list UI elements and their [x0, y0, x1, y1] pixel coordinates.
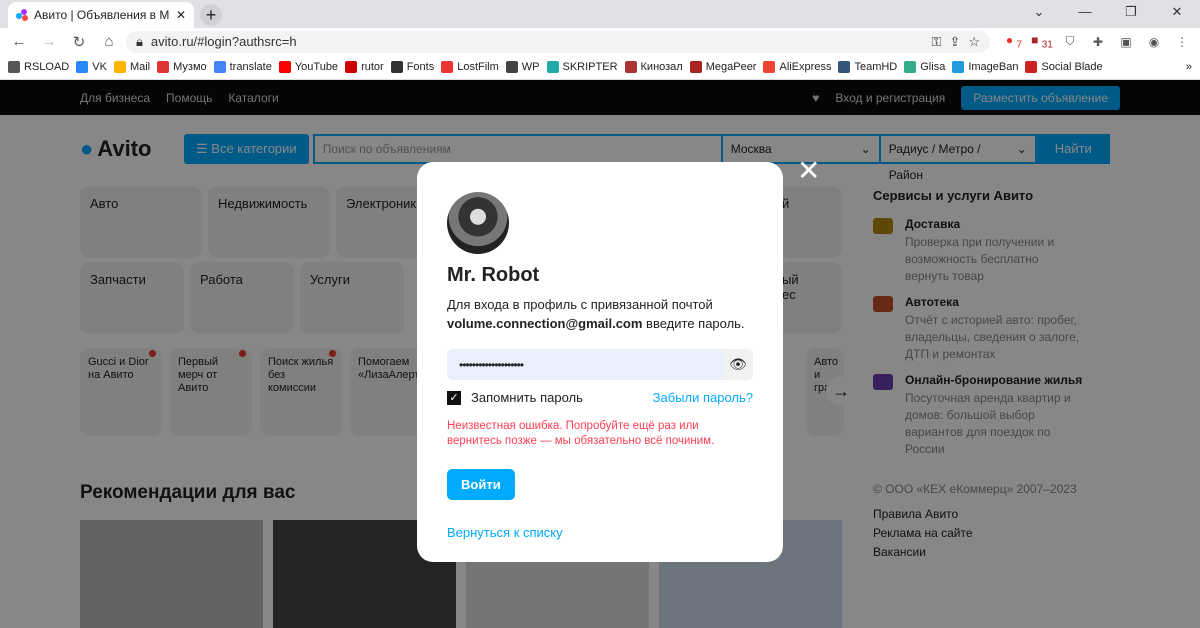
bookmark-item[interactable]: MegaPeer [689, 55, 756, 79]
bookmarks-bar: RSLOAD VK Mail Музмо translate YouTube rutor Fo… [0, 55, 1200, 80]
browser-tab[interactable]: Авито | Объявления в Москве: н ✕ [8, 2, 194, 28]
bookmark-favicon-icon [213, 61, 226, 73]
bookmark-favicon-icon [546, 61, 559, 73]
remember-checkbox[interactable]: ✓ [447, 390, 461, 405]
bookmark-item[interactable]: RSLOAD [8, 55, 69, 79]
bookmark-item[interactable]: rutor [345, 55, 384, 79]
ublock-extension-icon[interactable]: ■ 31 [1030, 33, 1054, 50]
bookmark-favicon-icon [390, 61, 403, 73]
bookmark-favicon-icon [904, 61, 917, 73]
home-icon[interactable]: ⌂ [96, 33, 122, 50]
user-avatar [447, 192, 509, 254]
bookmark-item[interactable]: VK [76, 55, 107, 79]
bookmark-favicon-icon [76, 61, 89, 73]
bookmark-item[interactable]: Social Blade [1025, 55, 1103, 79]
bookmark-item[interactable]: SKRIPTER [546, 55, 618, 79]
bookmark-item[interactable]: Mail [113, 55, 150, 79]
profile-avatar[interactable]: ◉ [1142, 35, 1166, 49]
login-description: Для входа в профиль с привязанной почтой… [447, 297, 745, 331]
password-input[interactable]: •••••••••••••••••••• 👁︎ [447, 349, 753, 380]
bookmark-item[interactable]: Музмо [157, 55, 207, 79]
key-icon[interactable]: ⚿ [932, 34, 942, 50]
share-icon[interactable]: ⇪ [949, 34, 960, 50]
bookmark-favicon-icon [345, 61, 358, 73]
user-name: Mr. Robot [447, 264, 540, 286]
forgot-password-link[interactable]: Забыли пароль? [653, 390, 753, 405]
tab-search-icon[interactable]: ⌄ [1016, 0, 1062, 24]
menu-kebab-icon[interactable]: ⋮ [1170, 35, 1194, 49]
login-button[interactable]: Войти [447, 469, 515, 500]
side-panel-icon[interactable]: ▣ [1114, 35, 1138, 49]
reload-icon[interactable]: ↻ [66, 33, 92, 51]
bookmark-item[interactable]: Glisa [904, 55, 945, 79]
close-window-button[interactable]: ✕ [1154, 0, 1200, 24]
minimize-button[interactable]: — [1062, 0, 1108, 24]
more-bookmarks-button[interactable]: » [1186, 61, 1192, 73]
bookmark-favicon-icon [624, 61, 637, 73]
tab-bar: Авито | Объявления в Москве: н ✕ + ⌄—❐✕ [0, 0, 1200, 28]
url-text: avito.ru/#login?authsrc=h [150, 34, 297, 49]
bookmark-favicon-icon [278, 61, 291, 73]
tab-title: Авито | Объявления в Москве: н [34, 8, 170, 22]
lock-icon: 🔒︎ [136, 33, 143, 49]
close-tab-icon[interactable]: ✕ [176, 8, 186, 22]
avito-favicon-icon [16, 9, 28, 21]
bookmark-favicon-icon [838, 61, 851, 73]
bookmark-item[interactable]: ImageBan [952, 55, 1018, 79]
bookmark-favicon-icon [1025, 61, 1038, 73]
bookmark-favicon-icon [157, 61, 170, 73]
bookmark-star-icon[interactable]: ☆ [968, 34, 980, 50]
bookmark-item[interactable]: YouTube [278, 55, 338, 79]
login-modal: Mr. Robot Для входа в профиль с привязан… [417, 162, 783, 562]
forward-icon[interactable]: → [36, 33, 62, 50]
bookmark-item[interactable]: Кинозал [624, 55, 683, 79]
bookmark-favicon-icon [763, 61, 776, 73]
restore-button[interactable]: ❐ [1108, 0, 1154, 24]
bookmark-favicon-icon [113, 61, 126, 73]
bookmark-item[interactable]: WP [505, 55, 540, 79]
bookmark-favicon-icon [952, 61, 965, 73]
bookmark-item[interactable]: Fonts [390, 55, 434, 79]
bookmark-item[interactable]: TeamHD [838, 55, 897, 79]
close-modal-icon[interactable]: ✕ [797, 157, 820, 185]
bookmark-favicon-icon [8, 61, 20, 73]
remember-label[interactable]: Запомнить пароль [471, 390, 583, 405]
bookmark-favicon-icon [505, 61, 518, 73]
back-icon[interactable]: ← [6, 33, 32, 50]
browser-toolbar: ← → ↻ ⌂ 🔒︎ avito.ru/#login?authsrc=h ⚿ ⇪… [0, 28, 1200, 55]
bookmark-item[interactable]: translate [213, 55, 272, 79]
new-tab-button[interactable]: + [200, 4, 222, 26]
back-to-list-link[interactable]: Вернуться к списку [447, 525, 753, 540]
error-message: Неизвестная ошибка. Попробуйте ещё раз и… [447, 420, 715, 447]
bookmark-favicon-icon [689, 61, 702, 73]
address-bar[interactable]: 🔒︎ avito.ru/#login?authsrc=h ⚿ ⇪ ☆ [126, 30, 990, 53]
hide-password-eye-icon[interactable]: 👁︎ [723, 349, 753, 380]
bookmark-item[interactable]: AliExpress [763, 55, 831, 79]
bookmark-favicon-icon [441, 61, 454, 73]
bookmark-item[interactable]: LostFilm [441, 55, 499, 79]
extensions-puzzle-icon[interactable]: ✚ [1086, 35, 1110, 49]
adblock-extension-icon[interactable]: ● 7 [1002, 33, 1026, 50]
shield-extension-icon[interactable]: ⛉ [1058, 34, 1082, 49]
